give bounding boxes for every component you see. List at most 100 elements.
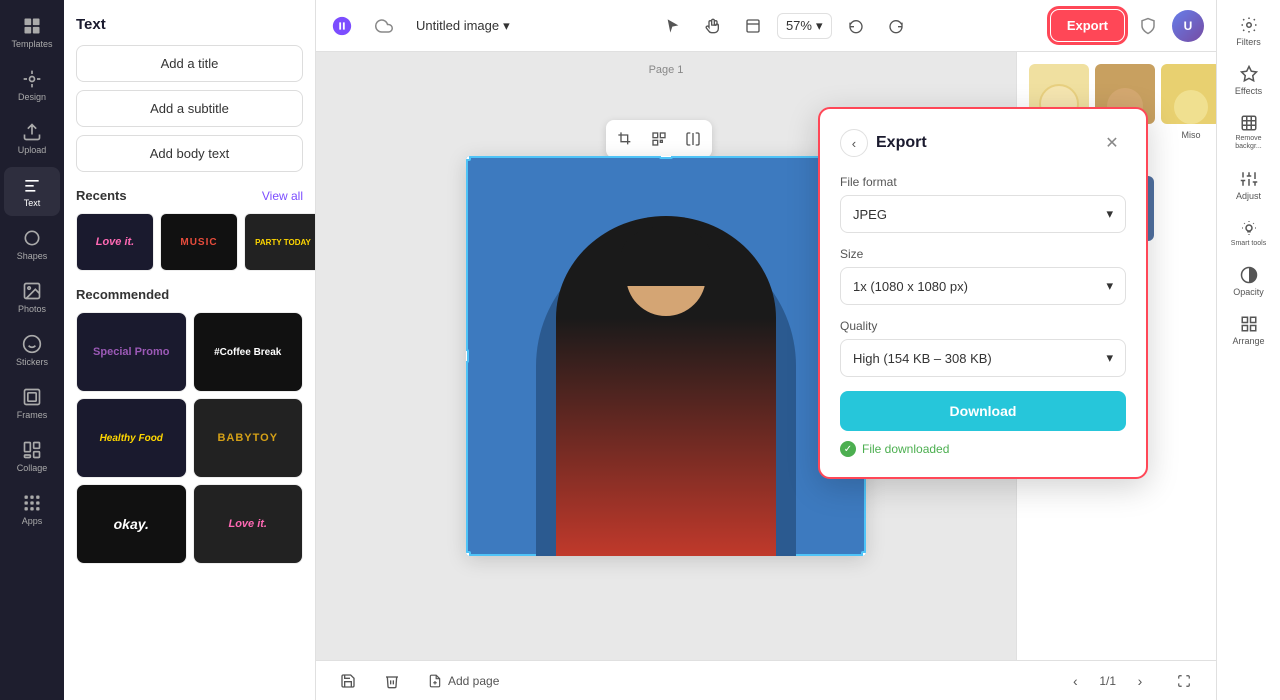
export-panel-header: ‹ Export ✕ bbox=[840, 129, 1126, 157]
close-panel-button[interactable]: ✕ bbox=[1098, 129, 1126, 157]
arrange-button[interactable]: Arrange bbox=[1221, 307, 1277, 354]
templates-label: Templates bbox=[11, 39, 52, 49]
chevron-down-icon: ▾ bbox=[503, 18, 510, 34]
qr-button[interactable] bbox=[644, 124, 674, 154]
miso-label: Miso bbox=[1161, 128, 1216, 142]
sidebar-item-apps[interactable]: Apps bbox=[4, 485, 60, 534]
stickers-label: Stickers bbox=[16, 357, 48, 367]
handle-br[interactable] bbox=[861, 551, 866, 556]
recent-item-1[interactable]: MUSIC bbox=[160, 213, 238, 271]
back-button[interactable]: ‹ bbox=[840, 129, 868, 157]
quality-select[interactable]: High (154 KB – 308 KB) ▾ bbox=[840, 339, 1126, 377]
opacity-button[interactable]: Opacity bbox=[1221, 258, 1277, 305]
smart-tools-button[interactable]: Smart tools bbox=[1221, 211, 1277, 256]
remove-bg-button[interactable]: Remove backgr... bbox=[1221, 106, 1277, 160]
photo-item-miso[interactable] bbox=[1161, 64, 1216, 124]
handle-tm[interactable] bbox=[659, 156, 673, 159]
save-page-button[interactable] bbox=[332, 665, 364, 697]
canvas-person bbox=[556, 216, 776, 556]
page-label: Page 1 bbox=[649, 64, 684, 76]
left-sidebar: Templates Design Upload Text Shapes Phot… bbox=[0, 0, 64, 700]
photos-label: Photos bbox=[18, 304, 46, 314]
export-title-group: ‹ Export bbox=[840, 129, 927, 157]
add-subtitle-button[interactable]: Add a subtitle bbox=[76, 90, 303, 127]
text-item-special-promo[interactable]: Special Promo bbox=[76, 312, 187, 392]
bottom-toolbar: Add page ‹ 1/1 › bbox=[316, 660, 1216, 700]
export-button[interactable]: Export bbox=[1051, 10, 1124, 41]
zoom-control[interactable]: 57% ▾ bbox=[777, 13, 832, 39]
hand-tool-button[interactable] bbox=[697, 10, 729, 42]
sidebar-item-stickers[interactable]: Stickers bbox=[4, 326, 60, 375]
fullscreen-button[interactable] bbox=[1168, 665, 1200, 697]
apps-label: Apps bbox=[22, 516, 43, 526]
recents-title: Recents bbox=[76, 188, 127, 203]
add-page-button[interactable]: Add page bbox=[420, 670, 507, 692]
size-label: Size bbox=[840, 247, 1126, 261]
recent-item-0[interactable]: Love it. bbox=[76, 213, 154, 271]
mini-toolbar bbox=[606, 120, 712, 158]
file-downloaded-status: ✓ File downloaded bbox=[840, 441, 1126, 457]
sidebar-item-collage[interactable]: Collage bbox=[4, 432, 60, 481]
right-sidebar: Filters Effects Remove backgr... Adjust … bbox=[1216, 0, 1280, 700]
text-item-coffee-break[interactable]: #Coffee Break bbox=[193, 312, 304, 392]
next-page-button[interactable]: › bbox=[1124, 665, 1156, 697]
text-item-okay[interactable]: okay. bbox=[76, 484, 187, 564]
file-format-select[interactable]: JPEG ▾ bbox=[840, 195, 1126, 233]
adjust-button[interactable]: Adjust bbox=[1221, 162, 1277, 209]
sidebar-item-upload[interactable]: Upload bbox=[4, 114, 60, 163]
filters-label: Filters bbox=[1236, 37, 1261, 47]
text-label: Text bbox=[24, 198, 41, 208]
sidebar-item-templates[interactable]: Templates bbox=[4, 8, 60, 57]
sidebar-item-design[interactable]: Design bbox=[4, 61, 60, 110]
size-select[interactable]: 1x (1080 x 1080 px) ▾ bbox=[840, 267, 1126, 305]
file-format-value: JPEG bbox=[853, 207, 887, 222]
top-toolbar: Untitled image ▾ 57% ▾ Export U bbox=[316, 0, 1216, 52]
remove-bg-label: Remove backgr... bbox=[1225, 135, 1273, 152]
delete-page-button[interactable] bbox=[376, 665, 408, 697]
layout-tool-button[interactable] bbox=[737, 10, 769, 42]
add-title-button[interactable]: Add a title bbox=[76, 45, 303, 82]
size-value: 1x (1080 x 1080 px) bbox=[853, 279, 968, 294]
add-body-button[interactable]: Add body text bbox=[76, 135, 303, 172]
shield-icon[interactable] bbox=[1132, 10, 1164, 42]
redo-button[interactable] bbox=[880, 10, 912, 42]
download-button[interactable]: Download bbox=[840, 391, 1126, 431]
handle-ml[interactable] bbox=[466, 349, 469, 363]
view-all-link[interactable]: View all bbox=[262, 189, 303, 203]
cloud-icon[interactable] bbox=[368, 10, 400, 42]
sidebar-item-shapes[interactable]: Shapes bbox=[4, 220, 60, 269]
person-hair bbox=[621, 226, 711, 286]
doc-title-text: Untitled image bbox=[416, 18, 499, 33]
recent-item-2[interactable]: PARTY TODAY bbox=[244, 213, 315, 271]
handle-bl[interactable] bbox=[466, 551, 471, 556]
crop-button[interactable] bbox=[610, 124, 640, 154]
select-tool-button[interactable] bbox=[657, 10, 689, 42]
canvas[interactable]: ↻ bbox=[466, 156, 866, 556]
file-format-chevron-icon: ▾ bbox=[1106, 206, 1113, 222]
frames-label: Frames bbox=[17, 410, 48, 420]
text-grid: Special Promo #Coffee Break Healthy Food… bbox=[64, 308, 315, 568]
user-avatar[interactable]: U bbox=[1172, 10, 1204, 42]
size-chevron-icon: ▾ bbox=[1106, 278, 1113, 294]
app-logo[interactable] bbox=[328, 12, 356, 40]
effects-label: Effects bbox=[1235, 86, 1262, 96]
quality-chevron-icon: ▾ bbox=[1106, 350, 1113, 366]
zoom-value: 57% bbox=[786, 18, 812, 33]
text-item-healthy-food[interactable]: Healthy Food bbox=[76, 398, 187, 478]
text-item-love-it[interactable]: Love it. bbox=[193, 484, 304, 564]
sidebar-item-frames[interactable]: Frames bbox=[4, 379, 60, 428]
prev-page-button[interactable]: ‹ bbox=[1059, 665, 1091, 697]
flip-button[interactable] bbox=[678, 124, 708, 154]
text-panel: Text Add a title Add a subtitle Add body… bbox=[64, 0, 316, 700]
filters-button[interactable]: Filters bbox=[1221, 8, 1277, 55]
design-label: Design bbox=[18, 92, 46, 102]
sidebar-item-text[interactable]: Text bbox=[4, 167, 60, 216]
undo-button[interactable] bbox=[840, 10, 872, 42]
main-area: Untitled image ▾ 57% ▾ Export U bbox=[316, 0, 1216, 700]
text-item-babytoy[interactable]: BABYTOY bbox=[193, 398, 304, 478]
sidebar-item-photos[interactable]: Photos bbox=[4, 273, 60, 322]
doc-title[interactable]: Untitled image ▾ bbox=[408, 14, 518, 38]
effects-button[interactable]: Effects bbox=[1221, 57, 1277, 104]
handle-tl[interactable] bbox=[466, 156, 471, 161]
recommended-title: Recommended bbox=[64, 279, 315, 308]
